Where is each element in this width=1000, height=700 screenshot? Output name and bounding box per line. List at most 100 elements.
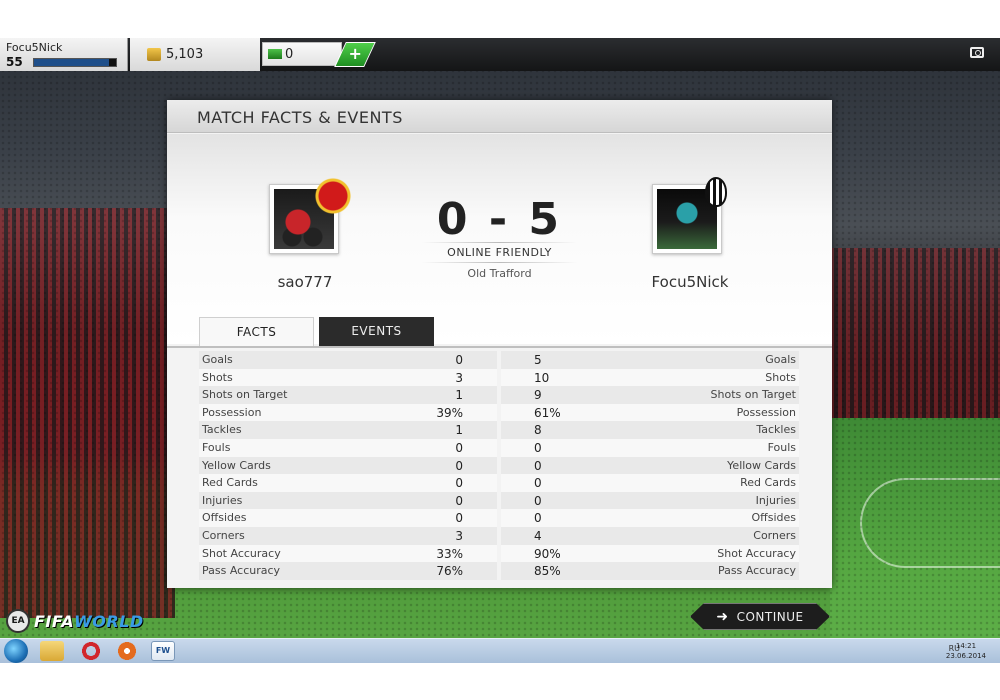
stat-label-away: Shots on Target [710,388,796,402]
stat-value-away: 0 [534,458,542,473]
stat-value-away: 9 [534,388,542,403]
stat-label-home: Goals [202,353,233,366]
user-name: Focu5Nick [6,41,63,54]
stat-row: Pass Accuracy 76% 85% Pass Accuracy [199,562,799,580]
clock[interactable]: 14:21 23.06.2014 [946,641,986,661]
user-level: 55 [6,55,23,69]
stat-home: Pass Accuracy 76% [199,562,497,580]
panel-header: MATCH FACTS & EVENTS [167,100,832,133]
windows-start-icon[interactable] [4,639,28,663]
stat-value-away: 10 [534,370,550,385]
tab-events[interactable]: EVENTS [319,317,434,346]
stat-value-home: 76% [436,564,463,579]
stat-value-home: 3 [455,528,463,543]
stat-value-away: 5 [534,353,542,367]
stat-home: Yellow Cards 0 [199,456,497,475]
away-team-name: Focu5Nick [651,273,729,291]
stat-row: Red Cards 0 0 Red Cards [199,474,799,492]
stat-home: Tackles 1 [199,421,497,439]
stat-row: Shot Accuracy 33% 90% Shot Accuracy [199,544,799,563]
stat-label-away: Pass Accuracy [717,564,796,578]
stats-table: Goals 0 5 Goals Shots 3 10 Shots Shots on Target… [199,351,799,580]
top-bar: Focu5Nick 55 5,103 0 + [0,38,1000,71]
fifa-world-taskbar-button[interactable]: FW [151,641,175,661]
stat-home: Injuries 0 [199,491,497,510]
stat-home: Offsides 0 [199,509,497,527]
cash-icon [268,49,282,59]
stat-value-away: 90% [534,546,561,561]
stat-home: Shots on Target 1 [199,386,497,404]
stat-row: Yellow Cards 0 0 Yellow Cards [199,456,799,475]
stat-row: Injuries 0 0 Injuries [199,491,799,510]
panel-title: MATCH FACTS & EVENTS [197,108,403,127]
stat-row: Corners 3 4 Corners [199,526,799,545]
coins-value: 5,103 [166,47,204,62]
stat-home: Fouls 0 [199,438,497,457]
stat-label-home: Shots on Target [202,388,288,402]
stat-away: 9 Shots on Target [501,386,799,404]
stat-home: Shot Accuracy 33% [199,544,497,563]
fw-label: FW [155,646,171,655]
user-profile[interactable]: Focu5Nick 55 [0,38,128,71]
stat-label-away: Goals [765,353,796,366]
stat-away: 0 Yellow Cards [501,456,799,475]
stat-away: 90% Shot Accuracy [501,544,799,563]
score: 0 - 5 [436,194,563,245]
stadium-name: Old Trafford [467,267,532,280]
match-type: ONLINE FRIENDLY [447,246,552,259]
stat-value-home: 39% [436,405,463,420]
stat-label-away: Tackles [756,423,796,437]
stat-label-home: Fouls [202,440,231,454]
manchester-united-crest-icon [315,174,351,214]
media-player-icon[interactable] [115,641,139,661]
divider [422,242,577,243]
stat-label-home: Red Cards [202,476,258,490]
windows-taskbar: FW RU 14:21 23.06.2014 [0,638,1000,663]
stat-home: Goals 0 [199,351,497,369]
add-cash-button[interactable]: + [334,42,376,67]
stat-value-away: 61% [534,405,561,420]
stat-home: Corners 3 [199,526,497,545]
stat-away: 4 Corners [501,526,799,545]
match-summary: 0 - 5 ONLINE FRIENDLY Old Trafford [167,134,832,344]
stat-label-home: Possession [202,405,262,419]
stat-label-home: Offsides [202,511,247,525]
stat-label-away: Fouls [767,440,796,454]
stat-label-home: Pass Accuracy [202,564,281,578]
stat-row: Offsides 0 0 Offsides [199,509,799,527]
tab-facts[interactable]: FACTS [199,317,314,346]
stat-row: Possession 39% 61% Possession [199,403,799,422]
opera-icon[interactable] [79,641,103,661]
continue-button[interactable]: ➜ CONTINUE [690,603,830,630]
cash-value: 0 [285,47,294,62]
xp-progress-bar [33,58,117,67]
arrow-right-icon: ➜ [716,608,729,625]
plus-icon: + [348,44,362,63]
stat-home: Shots 3 [199,368,497,387]
stat-value-home: 0 [455,458,463,473]
stat-label-home: Corners [202,528,245,542]
camera-icon[interactable] [970,47,984,58]
ea-logo-icon: EA [6,609,30,633]
stat-row: Fouls 0 0 Fouls [199,438,799,457]
stat-label-home: Tackles [202,423,242,437]
stat-value-away: 0 [534,493,542,508]
stat-value-away: 4 [534,528,542,543]
stat-value-away: 0 [534,440,542,455]
stat-away: 61% Possession [501,403,799,422]
stat-label-away: Corners [753,528,796,542]
fifa-text: FIFA [34,611,75,631]
stat-label-away: Offsides [751,511,796,525]
stat-row: Goals 0 5 Goals [199,351,799,369]
cash-display: 0 [262,42,342,66]
stat-label-away: Red Cards [740,476,796,490]
xp-progress-fill [34,59,110,66]
stat-label-home: Shot Accuracy [202,546,281,560]
stat-value-home: 0 [455,440,463,455]
fifa-world-text: FIFAWORLD [34,612,144,631]
fifa-world-logo: EA FIFAWORLD [6,608,144,634]
home-team-name: sao777 [277,273,333,291]
folder-icon[interactable] [40,641,64,661]
clock-time: 14:21 [955,642,977,650]
stat-value-away: 0 [534,476,542,491]
